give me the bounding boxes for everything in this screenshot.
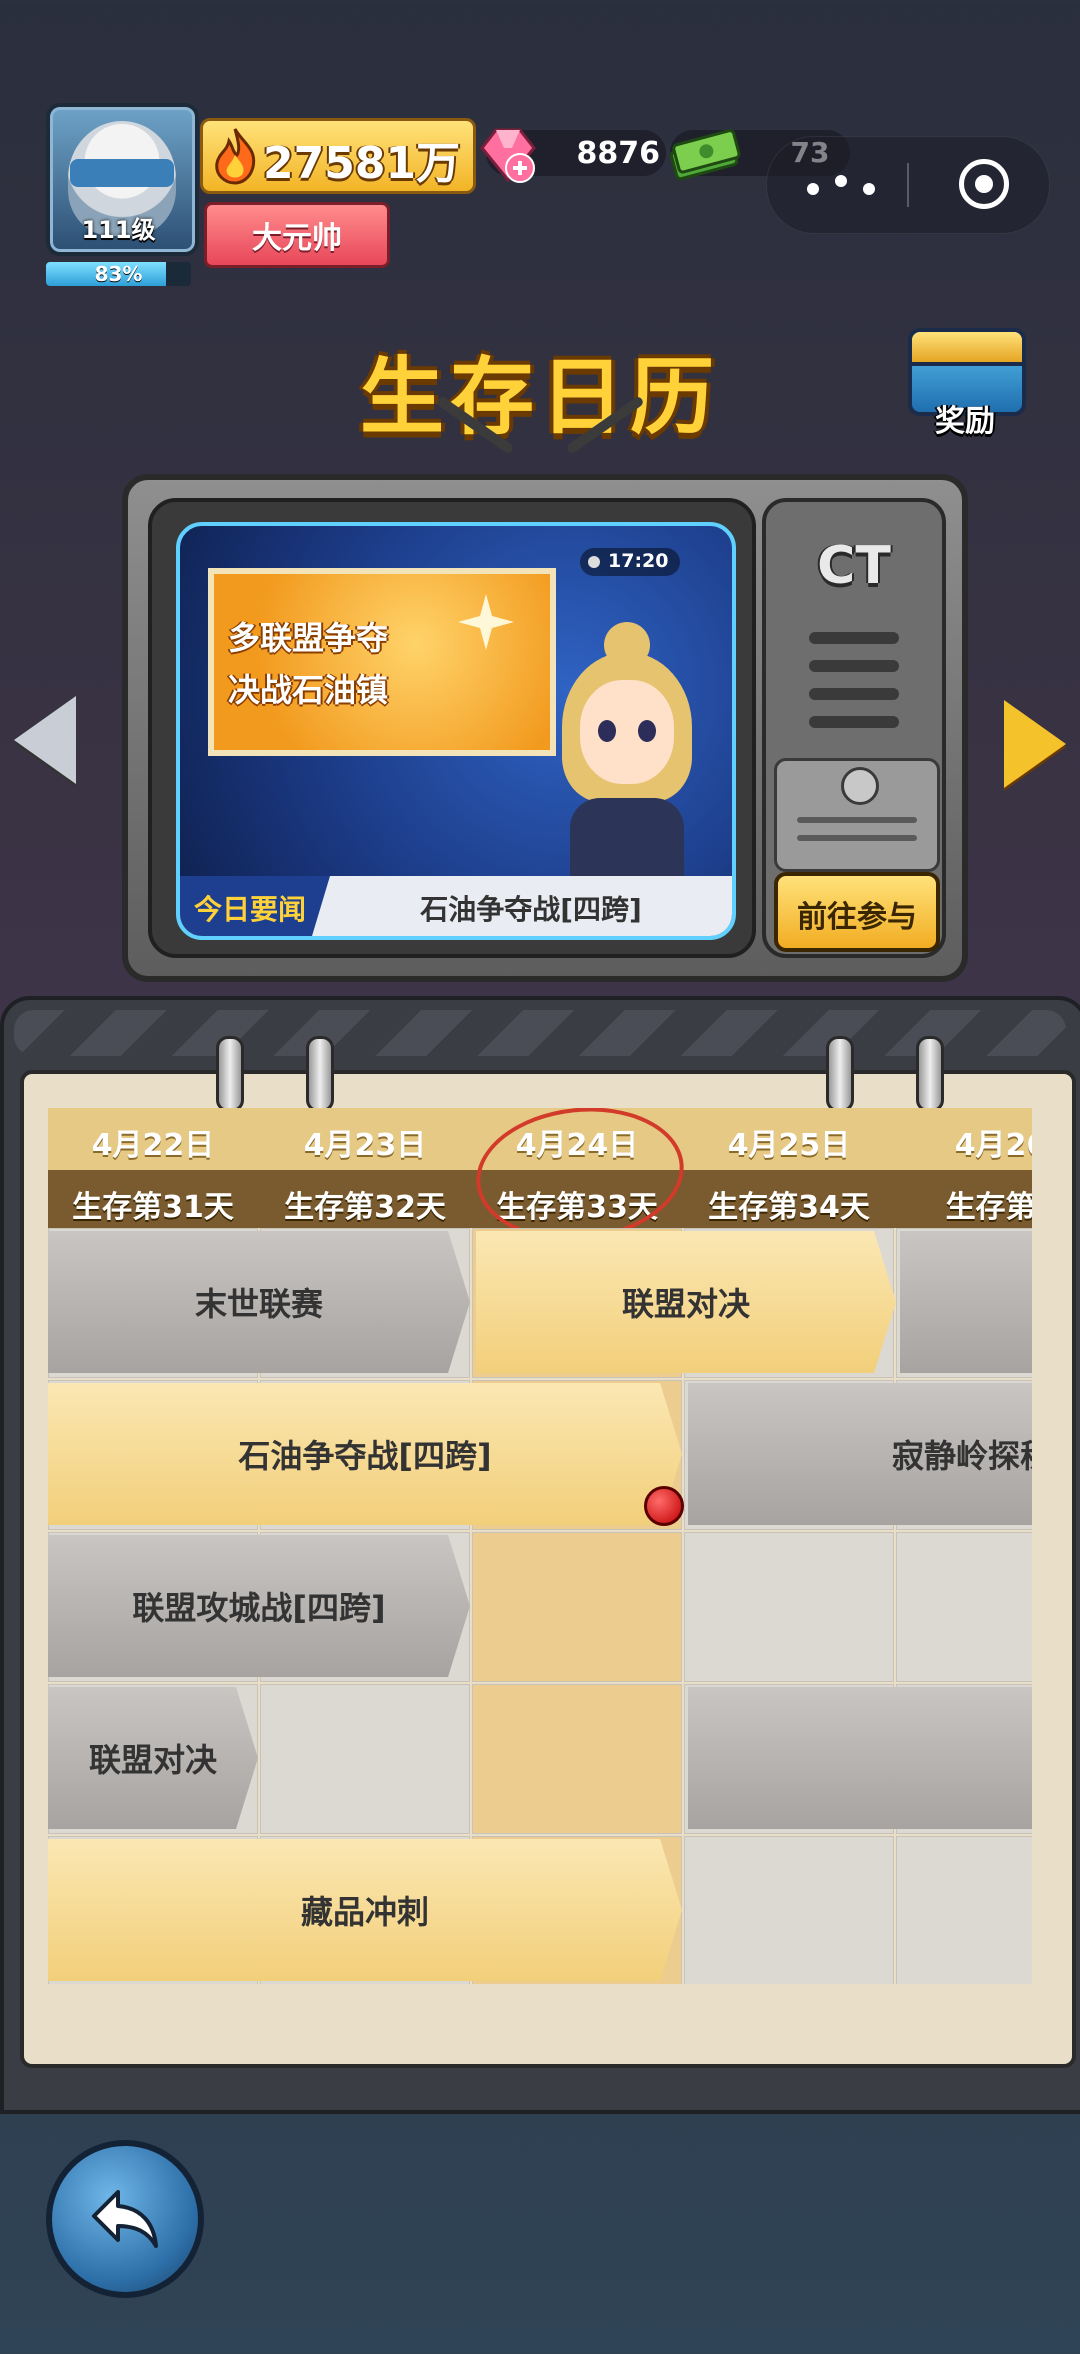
news-ticker: 今日要闻 石油争夺战[四跨] — [180, 876, 732, 936]
event-bar[interactable]: 联盟攻城战[四跨] — [48, 1535, 470, 1677]
rank-title-badge[interactable]: 大元帅 — [204, 202, 390, 268]
ticker-head-text: 今日要闻 — [194, 893, 307, 926]
close-mini-program-icon[interactable] — [959, 159, 1009, 209]
capsule-divider — [907, 163, 909, 207]
gem-value: 8876 — [576, 136, 661, 171]
event-label: 联盟对决 — [88, 1741, 217, 1779]
binder-ring — [826, 1036, 854, 1112]
survival-day-label: 生存第32天 — [284, 1190, 446, 1225]
player-level: 111级 — [81, 216, 156, 244]
date-label: 4月22日 — [91, 1128, 215, 1163]
event-label: 联盟对决 — [621, 1285, 750, 1323]
survival-day-label: 生存第34天 — [708, 1190, 870, 1225]
event-grid: 末世联赛 联盟对决 石油争夺战[四跨] 寂静岭探秘 联盟攻城战[四跨] 联盟对决… — [48, 1228, 1032, 1984]
broadcast-time-text: 17:20 — [608, 550, 669, 572]
avatar-visor — [70, 159, 174, 187]
event-label: 末世联赛 — [194, 1285, 323, 1323]
date-label: 4月25日 — [727, 1128, 851, 1163]
grid-cell-today — [472, 1532, 682, 1682]
event-bar[interactable]: 末世联赛 — [48, 1231, 470, 1373]
news-anchor-character — [552, 622, 702, 912]
speaker-slot — [809, 716, 899, 728]
xp-bar: 83% — [46, 262, 191, 286]
cash-stack-icon — [669, 129, 741, 181]
event-bar-active[interactable]: 联盟对决 — [476, 1231, 896, 1373]
event-bar[interactable] — [900, 1231, 1032, 1373]
go-participate-label: 前往参与 — [797, 900, 917, 935]
mini-program-capsule — [766, 136, 1050, 234]
tv-screen-bezel: 多联盟争夺 决战石油镇 17:20 今日要闻 石油争夺战[四跨] — [148, 498, 756, 958]
tv-knob-icon — [841, 767, 879, 805]
knob-panel-line — [797, 835, 917, 841]
back-button[interactable] — [46, 2140, 204, 2298]
anchor-face — [580, 680, 674, 784]
grid-cell-today — [472, 1684, 682, 1834]
news-headline: 多联盟争夺 决战石油镇 — [228, 612, 388, 716]
fire-icon — [215, 128, 256, 185]
event-bar[interactable]: 联盟对决 — [48, 1687, 258, 1829]
broadcast-time: 17:20 — [580, 548, 680, 576]
survival-day-label: 生存第31天 — [72, 1190, 234, 1225]
anchor-eye — [638, 720, 656, 742]
event-bar-active[interactable]: 藏品冲刺 — [48, 1839, 682, 1981]
binder-ring — [216, 1036, 244, 1112]
go-participate-button[interactable]: 前往参与 — [774, 872, 940, 952]
news-tv: 多联盟争夺 决战石油镇 17:20 今日要闻 石油争夺战[四跨] CT 前往参与 — [122, 474, 968, 982]
news-card: 多联盟争夺 决战石油镇 — [208, 568, 556, 756]
hazard-stripe — [14, 1010, 1066, 1056]
power-value: 27581万 — [263, 138, 461, 189]
tv-logo: CT — [817, 536, 891, 596]
notification-dot — [644, 1486, 684, 1526]
gem-plus-icon[interactable] — [476, 124, 540, 186]
combat-power: 27581万 — [200, 118, 476, 194]
sparkle-icon — [458, 594, 514, 650]
tv-screen[interactable]: 多联盟争夺 决战石油镇 17:20 今日要闻 石油争夺战[四跨] — [176, 522, 736, 940]
live-dot-icon — [588, 556, 600, 568]
back-arrow-icon — [92, 2190, 158, 2248]
chest-lid — [912, 332, 1022, 366]
grid-cell — [684, 1532, 894, 1682]
date-label: 4月26 — [954, 1128, 1032, 1163]
tv-control-panel: CT 前往参与 — [762, 498, 946, 958]
grid-cell — [896, 1532, 1032, 1682]
reward-button[interactable]: 奖励 — [900, 318, 1030, 439]
knob-panel-line — [797, 817, 917, 823]
grid-cell — [260, 1684, 470, 1834]
event-bar[interactable]: 寂静岭探秘 — [688, 1383, 1032, 1525]
date-label: 4月23日 — [303, 1128, 427, 1163]
event-label: 联盟攻城战[四跨] — [132, 1589, 386, 1627]
event-label: 石油争夺战[四跨] — [238, 1437, 492, 1475]
rank-title: 大元帅 — [252, 221, 342, 256]
event-bar[interactable] — [688, 1687, 1032, 1829]
xp-percent: 83% — [94, 262, 143, 286]
reward-label: 奖励 — [935, 404, 995, 439]
binder-ring — [916, 1036, 944, 1112]
anchor-eye — [598, 720, 616, 742]
survival-calendar: 4月22日 4月23日 4月24日 4月25日 4月26 生存第31天 生存第3… — [48, 1108, 1032, 1984]
grid-cell — [684, 1836, 894, 1984]
news-headline-line1: 多联盟争夺 — [228, 619, 389, 657]
event-label: 藏品冲刺 — [300, 1893, 429, 1931]
speaker-slot — [809, 688, 899, 700]
tv-knob-panel — [774, 758, 940, 872]
previous-arrow-icon[interactable] — [14, 696, 76, 784]
ticker-text: 石油争夺战[四跨] — [420, 893, 642, 926]
next-arrow-icon[interactable] — [1004, 700, 1066, 788]
news-headline-line2: 决战石油镇 — [228, 671, 389, 709]
ticker-head: 今日要闻 — [180, 876, 330, 936]
speaker-slot — [809, 632, 899, 644]
grid-cell — [896, 1836, 1032, 1984]
event-label: 寂静岭探秘 — [891, 1437, 1032, 1475]
event-bar-active[interactable]: 石油争夺战[四跨] — [48, 1383, 682, 1525]
speaker-slot — [809, 660, 899, 672]
more-options-icon[interactable] — [807, 175, 877, 195]
survival-day-label: 生存第3 — [945, 1190, 1032, 1225]
binder-ring — [306, 1036, 334, 1112]
